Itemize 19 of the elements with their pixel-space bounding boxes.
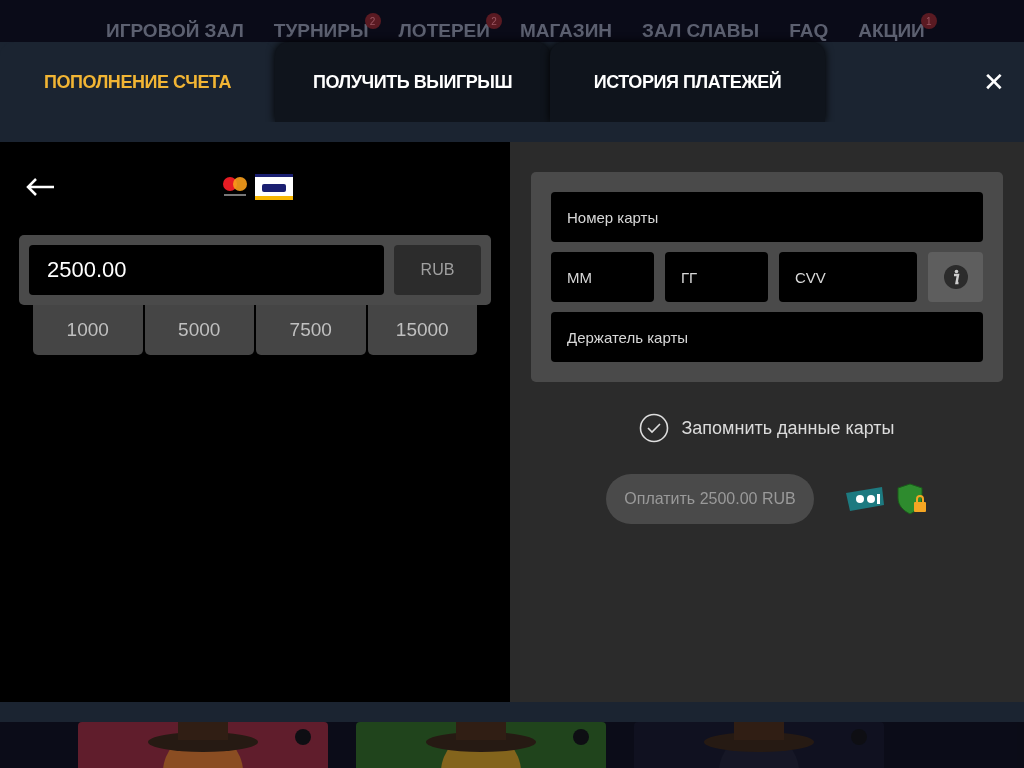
- preset-amount-button[interactable]: 15000: [367, 305, 477, 355]
- card-number-field[interactable]: Номер карты: [551, 192, 983, 242]
- nav-item[interactable]: ЗАЛ СЛАВЫ: [642, 20, 760, 41]
- preset-amount-button[interactable]: 5000: [144, 305, 254, 355]
- remember-label: Запомнить данные карты: [681, 416, 895, 440]
- cardholder-field[interactable]: Держатель карты: [551, 312, 983, 362]
- currency-button[interactable]: RUB: [394, 245, 481, 295]
- month-field[interactable]: ММ: [551, 252, 654, 302]
- nav-item[interactable]: МАГАЗИН: [519, 20, 613, 41]
- preset-amount-button[interactable]: 7500: [256, 305, 366, 355]
- close-button[interactable]: ✕: [966, 42, 1022, 122]
- tab[interactable]: ПОЛУЧИТЬ ВЫИГРЫШ: [275, 42, 550, 122]
- nav-item[interactable]: ИГРОВОЙ ЗАЛ: [106, 20, 244, 41]
- cvv-field[interactable]: CVV: [779, 252, 917, 302]
- year-field[interactable]: ГГ: [665, 252, 768, 302]
- tab[interactable]: ИСТОРИЯ ПЛАТЕЖЕЙ: [550, 42, 825, 122]
- nav-item[interactable]: FAQ: [789, 20, 829, 41]
- amount-field[interactable]: 2500.00: [29, 245, 384, 295]
- preset-amount-button[interactable]: 1000: [33, 305, 143, 355]
